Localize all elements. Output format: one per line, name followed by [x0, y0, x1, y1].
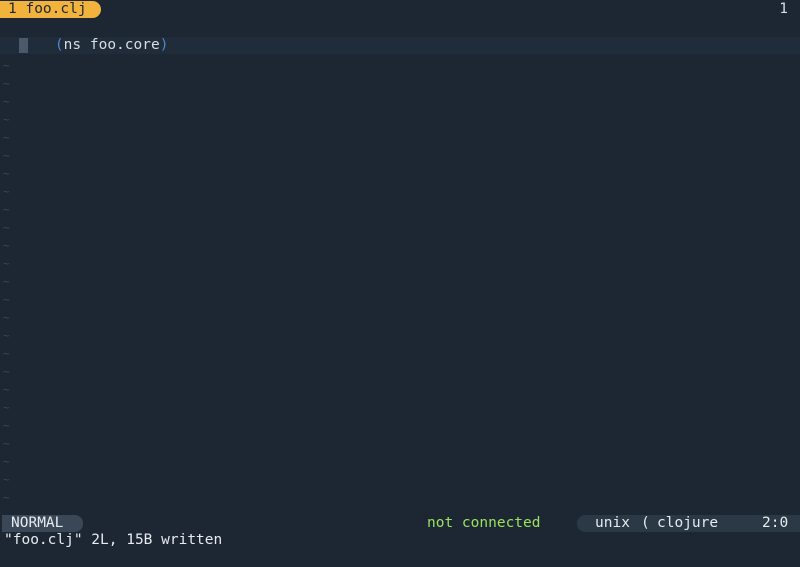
empty-line-tilde: ~ — [3, 257, 10, 270]
empty-line-tilde: ~ — [3, 203, 10, 216]
empty-line-tilde: ~ — [3, 401, 10, 414]
mode-indicator: NORMAL — [2, 515, 84, 532]
cursor-position: 2:0 — [762, 515, 789, 531]
close-paren: ) — [159, 37, 169, 53]
empty-line-tilde: ~ — [3, 437, 10, 450]
code-line-1: (ns foo.core) — [20, 20, 169, 53]
fileformat: unix — [595, 515, 630, 531]
filetype-icon: ( — [641, 515, 650, 531]
editor-buffer[interactable]: (ns foo.core) ~ ~ ~ ~ ~ ~ ~ ~ ~ ~ ~ ~ ~ ~ ~ ~ ~ ~ ~ ~ ~ ~ ~ ~ ~ — [0, 20, 800, 513]
empty-line-tilde: ~ — [3, 95, 10, 108]
empty-line-tilde: ~ — [3, 365, 10, 378]
empty-line-tilde: ~ — [3, 185, 10, 198]
empty-line-tilde: ~ — [3, 149, 10, 162]
statusline: NORMAL not connected unix ( clojure 2:0 — [0, 513, 800, 533]
command-line-message: "foo.clj" 2L, 15B written — [4, 532, 223, 548]
text-cursor — [19, 38, 28, 53]
empty-line-tilde: ~ — [3, 473, 10, 486]
empty-line-tilde: ~ — [3, 221, 10, 234]
empty-line-tilde: ~ — [3, 167, 10, 180]
empty-line-tilde: ~ — [3, 293, 10, 306]
filetype: clojure — [657, 515, 719, 531]
empty-line-tilde: ~ — [3, 239, 10, 252]
empty-line-tilde: ~ — [3, 113, 10, 126]
empty-line-tilde: ~ — [3, 131, 10, 144]
empty-line-tilde: ~ — [3, 383, 10, 396]
empty-line-tilde: ~ — [3, 311, 10, 324]
namespace-name: foo.core — [81, 37, 160, 53]
empty-line-tilde: ~ — [3, 59, 10, 72]
empty-line-tilde: ~ — [3, 275, 10, 288]
empty-line-tilde: ~ — [3, 455, 10, 468]
empty-line-tilde: ~ — [3, 77, 10, 90]
lsp-status: not connected — [427, 515, 541, 531]
empty-line-tilde: ~ — [3, 491, 10, 504]
tab-foo-clj[interactable]: 1 foo.clj — [0, 1, 101, 18]
tab-count: 1 — [779, 1, 788, 17]
empty-line-tilde: ~ — [3, 347, 10, 360]
open-paren: ( — [54, 37, 64, 53]
tabline: 1 foo.clj 1 — [0, 0, 800, 20]
ns-keyword: ns — [63, 37, 82, 53]
empty-line-tilde: ~ — [3, 419, 10, 432]
empty-line-tilde: ~ — [3, 329, 10, 342]
